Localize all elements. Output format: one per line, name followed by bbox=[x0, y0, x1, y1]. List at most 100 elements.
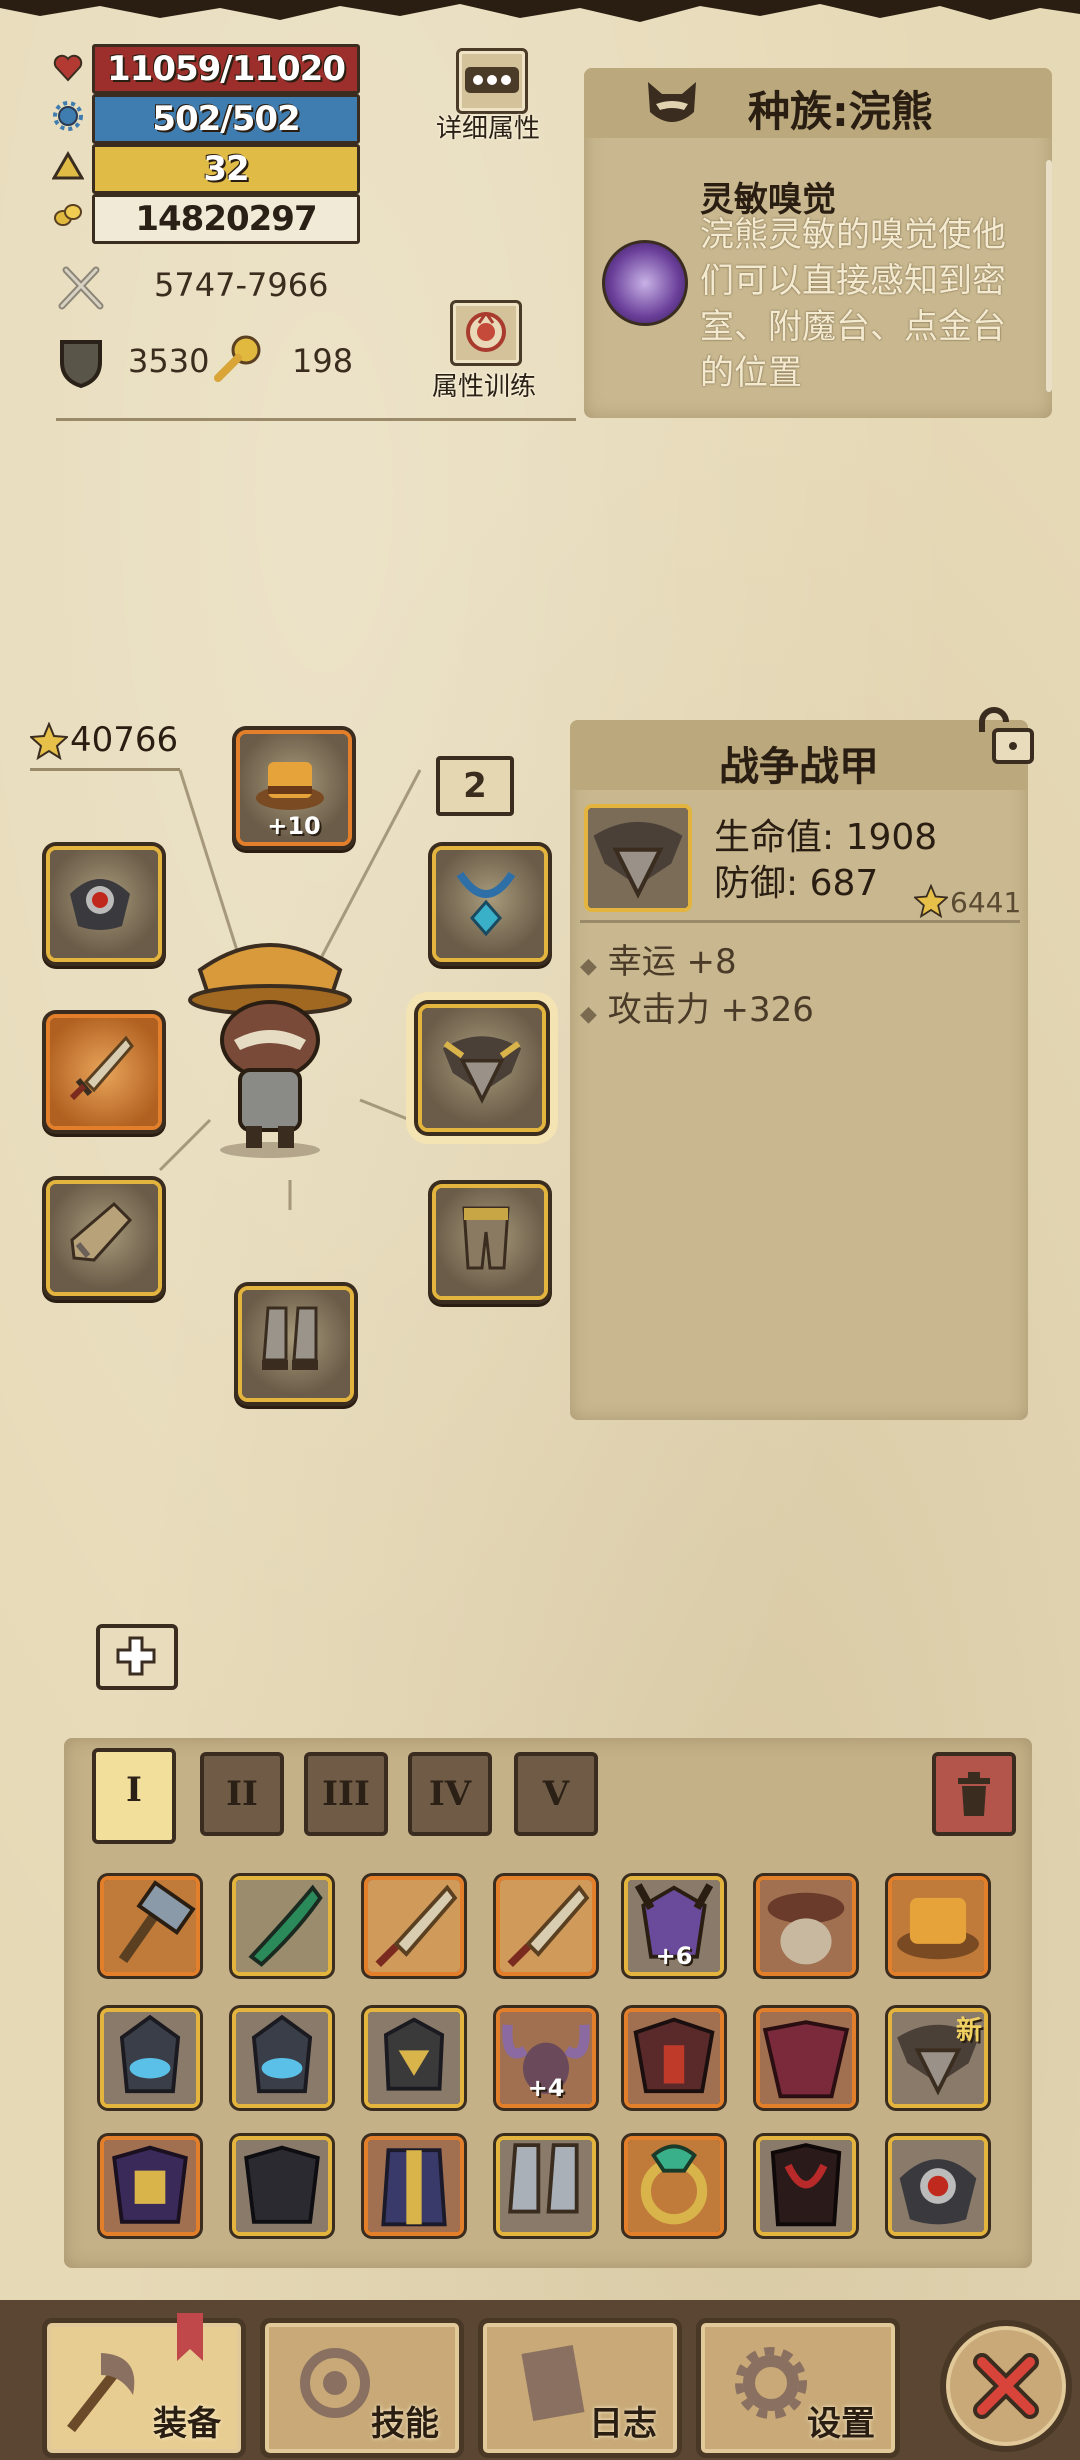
crossed-swords-icon bbox=[56, 262, 106, 316]
inventory-item[interactable] bbox=[756, 2136, 856, 2236]
target-icon bbox=[466, 312, 506, 352]
nav-settings-label: 设置 bbox=[807, 2404, 875, 2444]
level-triangle-icon bbox=[51, 150, 85, 182]
bonus-luck-text: 幸运 +8 bbox=[607, 942, 737, 982]
close-button[interactable] bbox=[940, 2320, 1072, 2452]
item-bonus-attack: ◆ 攻击力 +326 bbox=[580, 982, 814, 1031]
weapon-slot[interactable] bbox=[46, 1014, 162, 1130]
amulet-slot[interactable] bbox=[46, 846, 162, 962]
sword-icon bbox=[500, 1880, 592, 1972]
heart-icon bbox=[52, 52, 84, 84]
new-badge: 新 bbox=[955, 2016, 982, 2046]
inventory-item[interactable] bbox=[888, 2136, 988, 2236]
inventory-item[interactable] bbox=[232, 2136, 332, 2236]
inventory-item[interactable] bbox=[624, 2008, 724, 2108]
trash-icon bbox=[958, 1772, 990, 1816]
inventory-item[interactable] bbox=[232, 1876, 332, 1976]
raccoon-head-icon bbox=[640, 72, 704, 140]
inventory-item[interactable] bbox=[496, 2136, 596, 2236]
gloves-slot[interactable] bbox=[46, 1180, 162, 1296]
nav-log-label: 日志 bbox=[589, 2404, 657, 2444]
tab-page-5[interactable]: V bbox=[514, 1752, 598, 1836]
item-stat-hp: 生命值: 1908 bbox=[714, 817, 938, 858]
nav-equipment[interactable]: 装备 bbox=[42, 2313, 246, 2458]
detail-stats-label: 详细属性 bbox=[435, 114, 540, 144]
leg-armor-icon bbox=[462, 1206, 510, 1270]
armor-slot-selected[interactable] bbox=[418, 1004, 546, 1132]
shield-icon bbox=[56, 336, 106, 394]
inventory-item[interactable] bbox=[100, 2136, 200, 2236]
bonus-bullet: ◆ bbox=[580, 1002, 597, 1027]
hp-bar: 11059/11020 bbox=[92, 44, 360, 94]
attribute-training-button[interactable] bbox=[450, 300, 522, 366]
crimson-robe-icon bbox=[760, 2012, 852, 2104]
inventory-item[interactable] bbox=[232, 2008, 332, 2108]
inventory-item[interactable]: +4 bbox=[496, 2008, 596, 2108]
hat-icon bbox=[256, 762, 324, 810]
boots-slot[interactable] bbox=[238, 1286, 354, 1402]
demon-armor-icon bbox=[628, 2012, 720, 2104]
nav-log[interactable]: 日志 bbox=[478, 2318, 682, 2458]
pants-slot[interactable] bbox=[432, 1184, 548, 1300]
tab-page-3[interactable]: III bbox=[304, 1752, 388, 1836]
inventory-item[interactable] bbox=[756, 2008, 856, 2108]
axe-icon bbox=[67, 2353, 135, 2433]
inventory-item[interactable] bbox=[364, 2136, 464, 2236]
tab-page-4[interactable]: IV bbox=[408, 1752, 492, 1836]
nav-settings[interactable]: 设置 bbox=[696, 2318, 900, 2458]
nav-skills[interactable]: 技能 bbox=[260, 2318, 464, 2458]
gauntlet-icon bbox=[70, 1201, 133, 1262]
scroll-icon bbox=[521, 2345, 585, 2421]
item-name: 战争战甲 bbox=[719, 744, 879, 790]
item-panel-divider bbox=[580, 920, 1020, 923]
sword-icon bbox=[368, 1880, 460, 1972]
heal-button[interactable] bbox=[96, 1624, 178, 1690]
defense-value: 3530 bbox=[128, 342, 210, 380]
race-title: 种族:浣熊 bbox=[748, 87, 933, 136]
hat-icon bbox=[892, 1880, 984, 1972]
inventory-item[interactable] bbox=[756, 1876, 856, 1976]
level-bar: 32 bbox=[92, 144, 360, 194]
stats-divider bbox=[56, 418, 576, 421]
dark-helm-icon bbox=[236, 2012, 328, 2104]
race-panel: 种族:浣熊 灵敏嗅觉 浣熊灵敏的嗅觉使他 们可以直接感知到密 室、附魔台、点金台… bbox=[584, 68, 1052, 418]
inventory-item[interactable] bbox=[624, 2136, 724, 2236]
inventory-item[interactable] bbox=[496, 1876, 596, 1976]
inventory-item[interactable]: 新 bbox=[888, 2008, 988, 2108]
unlock-padlock-icon[interactable] bbox=[972, 706, 1036, 770]
more-dots-icon bbox=[465, 67, 519, 93]
race-skill-desc-line: 室、附魔台、点金台 bbox=[700, 307, 1006, 347]
inventory-item[interactable] bbox=[364, 2008, 464, 2108]
gold-helm-icon bbox=[368, 2012, 460, 2104]
necklace-slot[interactable] bbox=[432, 846, 548, 962]
tab-page-2[interactable]: II bbox=[200, 1752, 284, 1836]
item-detail-panel: 战争战甲 生命值: 1908 防御: 687 6441 ◆ 幸运 +8 ◆ 攻击… bbox=[570, 720, 1028, 1420]
set-count-badge: 2 bbox=[436, 756, 514, 816]
violet-plate-icon bbox=[104, 2140, 196, 2232]
race-skill-desc-line: 们可以直接感知到密 bbox=[700, 261, 1006, 301]
eye-shoulder-icon bbox=[70, 879, 130, 930]
race-panel-scrollbar[interactable] bbox=[1046, 160, 1052, 392]
eye-shoulder-icon bbox=[892, 2140, 984, 2232]
inventory-item[interactable] bbox=[364, 1876, 464, 1976]
item-detail-icon bbox=[584, 804, 692, 912]
inventory-item[interactable] bbox=[100, 1876, 200, 1976]
attack-value: 5747-7966 bbox=[154, 266, 329, 304]
helmet-slot[interactable]: +10 bbox=[236, 730, 352, 846]
inventory-item[interactable]: +6 bbox=[624, 1876, 724, 1976]
item-bonus-luck: ◆ 幸运 +8 bbox=[580, 934, 737, 983]
close-icon bbox=[973, 2353, 1039, 2419]
detail-stats-button[interactable] bbox=[456, 48, 528, 114]
gem-pendant-icon bbox=[456, 871, 516, 936]
nav-skills-label: 技能 bbox=[371, 2404, 439, 2444]
inventory-item[interactable] bbox=[100, 2008, 200, 2108]
skill-emblem-icon bbox=[300, 2348, 370, 2418]
mana-gear-icon bbox=[52, 100, 84, 132]
mage-robe-icon bbox=[368, 2140, 460, 2232]
tab-page-1[interactable]: I bbox=[92, 1748, 176, 1844]
discard-button[interactable] bbox=[932, 1752, 1016, 1836]
inventory-item[interactable] bbox=[888, 1876, 988, 1976]
boots-icon bbox=[262, 1306, 318, 1370]
race-skill-desc: 浣熊灵敏的嗅觉使他 们可以直接感知到密 室、附魔台、点金台 的位置 bbox=[700, 212, 1006, 396]
attribute-training-label: 属性训练 bbox=[431, 372, 536, 402]
